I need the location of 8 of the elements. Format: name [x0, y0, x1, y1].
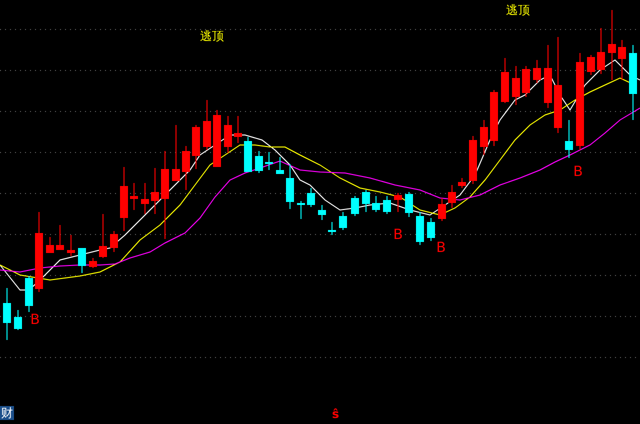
- marker-symbol: ŝ: [332, 407, 340, 421]
- buy-signal-label: B: [573, 164, 583, 180]
- finance-tab[interactable]: 财: [0, 406, 14, 420]
- buy-signal-label: B: [393, 227, 403, 243]
- sell-signal-label: 逃顶: [506, 3, 530, 17]
- buy-signal-label: B: [436, 240, 446, 256]
- sell-signal-label: 逃顶: [200, 29, 224, 43]
- buy-signal-label: B: [30, 312, 40, 328]
